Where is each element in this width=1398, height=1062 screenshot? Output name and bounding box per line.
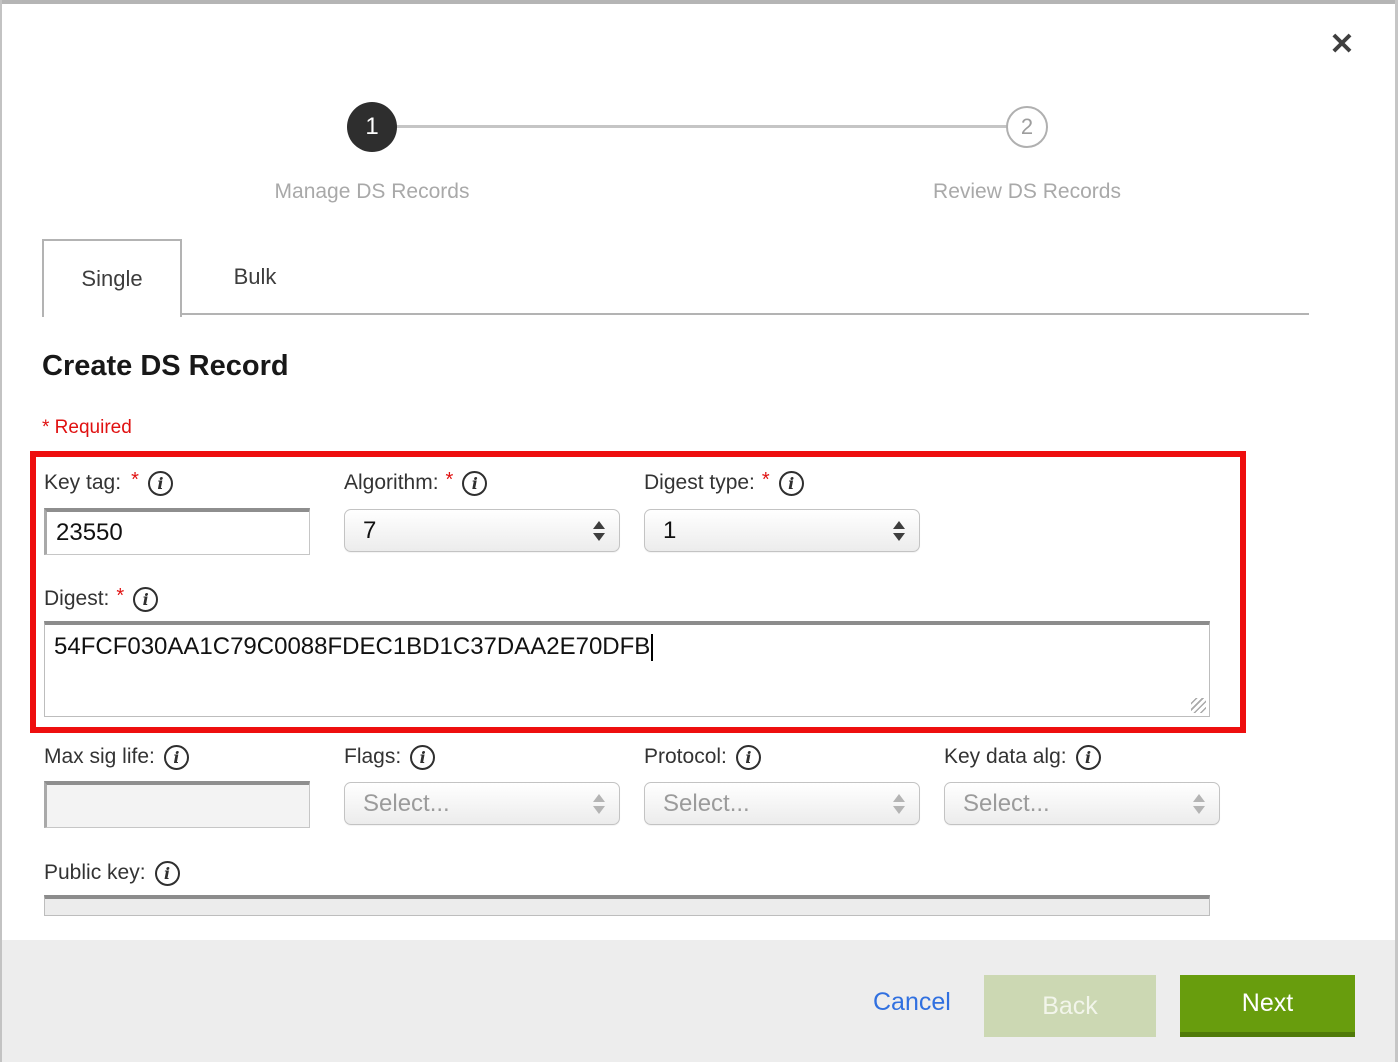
digest-type-label: Digest type: * i	[644, 468, 804, 498]
key-data-alg-label: Key data alg: i	[944, 742, 1101, 772]
stepper-step-2-circle: 2	[1006, 106, 1048, 148]
info-icon-glyph: i	[788, 474, 794, 493]
key-tag-label-text: Key tag:	[44, 471, 121, 495]
info-icon-glyph: i	[1085, 748, 1091, 767]
resize-grip-icon[interactable]	[1191, 698, 1206, 713]
info-icon-glyph: i	[143, 590, 149, 609]
close-icon[interactable]: ✕	[1322, 24, 1362, 64]
algorithm-label-text: Algorithm:	[344, 471, 439, 495]
info-icon[interactable]: i	[148, 471, 173, 496]
public-key-label-text: Public key:	[44, 861, 146, 885]
key-data-alg-select-placeholder: Select...	[963, 790, 1050, 818]
key-data-alg-label-text: Key data alg:	[944, 745, 1067, 769]
flags-label: Flags: i	[344, 742, 435, 772]
info-icon-glyph: i	[745, 748, 751, 767]
tab-bulk[interactable]: Bulk	[182, 239, 328, 315]
select-stepper-arrows-icon	[1193, 794, 1205, 814]
text-cursor	[651, 634, 653, 661]
digest-label-text: Digest:	[44, 587, 109, 611]
algorithm-select[interactable]: 7	[344, 509, 620, 552]
stepper-step-2-label: Review DS Records	[867, 180, 1187, 204]
key-tag-label: Key tag: * i	[44, 468, 173, 498]
info-icon[interactable]: i	[1076, 745, 1101, 770]
info-icon[interactable]: i	[164, 745, 189, 770]
info-icon-glyph: i	[420, 748, 426, 767]
flags-select-placeholder: Select...	[363, 790, 450, 818]
required-note: * Required	[42, 417, 132, 439]
back-button[interactable]: Back	[984, 975, 1156, 1037]
digest-type-label-text: Digest type:	[644, 471, 755, 495]
required-asterisk: *	[446, 469, 454, 492]
select-stepper-arrows-icon	[893, 794, 905, 814]
digest-textarea-value: 54FCF030AA1C79C0088FDEC1BD1C37DAA2E70DFB	[54, 633, 650, 660]
protocol-select-placeholder: Select...	[663, 790, 750, 818]
algorithm-select-value: 7	[363, 517, 376, 545]
info-icon[interactable]: i	[410, 745, 435, 770]
select-stepper-arrows-icon	[593, 794, 605, 814]
protocol-label-text: Protocol:	[644, 745, 727, 769]
digest-type-select-value: 1	[663, 517, 676, 545]
key-tag-input[interactable]	[44, 508, 310, 555]
page-title: Create DS Record	[42, 350, 289, 383]
cancel-link[interactable]: Cancel	[873, 988, 951, 1017]
required-asterisk: *	[762, 469, 770, 492]
public-key-label: Public key: i	[44, 858, 180, 888]
protocol-label: Protocol: i	[644, 742, 761, 772]
modal-border-top	[0, 0, 1398, 4]
stepper-connector-line	[372, 125, 1027, 128]
info-icon[interactable]: i	[155, 861, 180, 886]
max-sig-life-input[interactable]	[44, 781, 310, 828]
max-sig-life-label: Max sig life: i	[44, 742, 189, 772]
flags-label-text: Flags:	[344, 745, 401, 769]
key-data-alg-select[interactable]: Select...	[944, 782, 1220, 825]
protocol-select[interactable]: Select...	[644, 782, 920, 825]
digest-type-select[interactable]: 1	[644, 509, 920, 552]
stepper-step-1-circle: 1	[347, 102, 397, 152]
public-key-textarea[interactable]	[44, 895, 1210, 916]
tab-single[interactable]: Single	[42, 239, 182, 317]
info-icon[interactable]: i	[736, 745, 761, 770]
info-icon[interactable]: i	[462, 471, 487, 496]
info-icon-glyph: i	[472, 474, 478, 493]
required-asterisk: *	[116, 585, 124, 608]
info-icon-glyph: i	[157, 474, 163, 493]
modal-border-left	[0, 0, 2, 1062]
flags-select[interactable]: Select...	[344, 782, 620, 825]
info-icon[interactable]: i	[133, 587, 158, 612]
info-icon[interactable]: i	[779, 471, 804, 496]
stepper-step-1-label: Manage DS Records	[212, 180, 532, 204]
create-ds-record-modal: ✕ 1 2 Manage DS Records Review DS Record…	[0, 0, 1398, 1062]
max-sig-life-label-text: Max sig life:	[44, 745, 155, 769]
digest-textarea[interactable]: 54FCF030AA1C79C0088FDEC1BD1C37DAA2E70DFB	[44, 621, 1210, 717]
required-asterisk: *	[131, 469, 139, 492]
digest-label: Digest: * i	[44, 584, 158, 614]
algorithm-label: Algorithm: * i	[344, 468, 487, 498]
next-button[interactable]: Next	[1180, 975, 1355, 1037]
tabs-bar: Single Bulk	[42, 239, 1309, 315]
select-stepper-arrows-icon	[593, 521, 605, 541]
info-icon-glyph: i	[173, 748, 179, 767]
info-icon-glyph: i	[164, 864, 170, 883]
select-stepper-arrows-icon	[893, 521, 905, 541]
